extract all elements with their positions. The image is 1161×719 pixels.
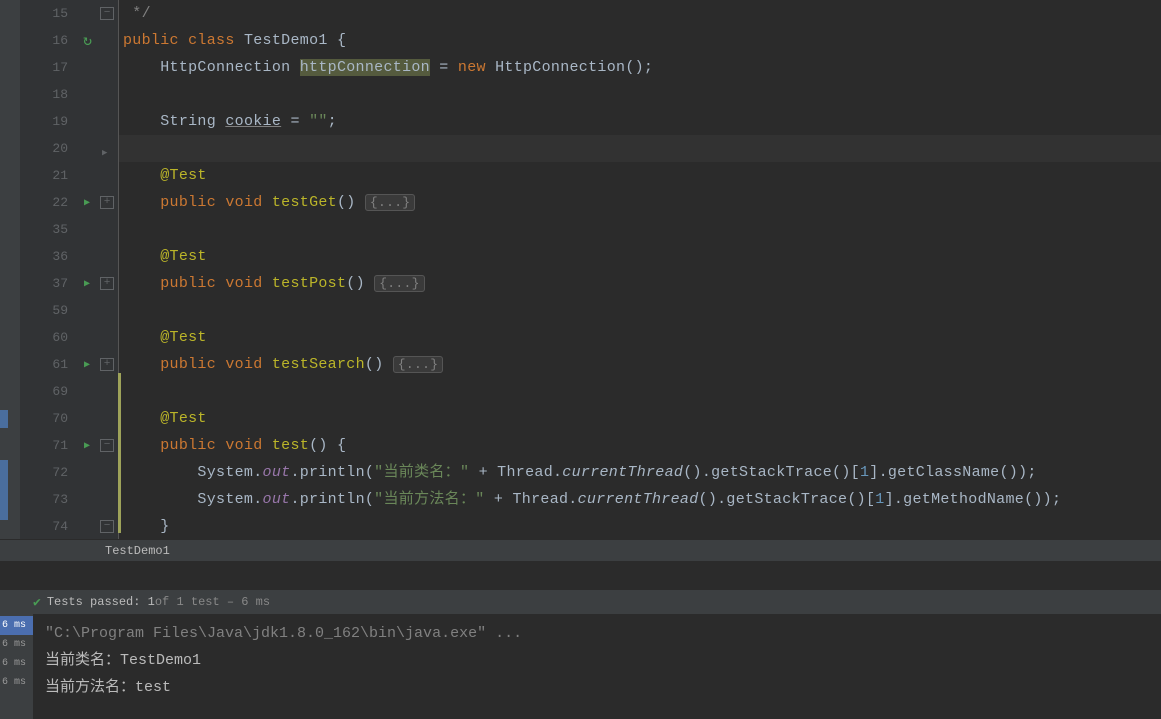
folded-region[interactable]: {...} [374, 275, 425, 292]
test-time[interactable]: 6 ms [0, 616, 33, 635]
tests-passed-label: Tests passed: 1 [47, 595, 155, 609]
breadcrumb-item[interactable]: TestDemo1 [105, 544, 170, 558]
current-line [119, 135, 1161, 162]
line-number: 19 [52, 114, 68, 129]
error-stripe [0, 0, 20, 539]
run-test-icon[interactable]: ▶ [84, 278, 90, 290]
tool-window-divider[interactable] [0, 561, 1161, 589]
success-check-icon: ✔ [33, 595, 41, 610]
recursive-icon[interactable]: ↻ [83, 31, 92, 50]
editor-area: 15 16 ↻ 17 18 19 20 21 22 ▶ 35 36 37 ▶ 59 6… [0, 0, 1161, 539]
code-editor[interactable]: */ public class TestDemo1 { HttpConnecti… [118, 0, 1161, 539]
line-number: 72 [52, 465, 68, 480]
fold-collapse-icon[interactable]: − [100, 7, 114, 20]
line-number: 17 [52, 60, 68, 75]
folded-region[interactable]: {...} [393, 356, 444, 373]
fold-expand-icon[interactable]: + [100, 196, 114, 209]
line-number: 71 [52, 438, 68, 453]
run-test-icon[interactable]: ▶ [84, 197, 90, 209]
line-number: 73 [52, 492, 68, 507]
run-tool-window: 6 ms 6 ms 6 ms 6 ms "C:\Program Files\Ja… [0, 614, 1161, 719]
vcs-change-marker[interactable] [118, 373, 121, 533]
line-number: 69 [52, 384, 68, 399]
test-timing-column[interactable]: 6 ms 6 ms 6 ms 6 ms [0, 614, 33, 719]
test-time[interactable]: 6 ms [0, 654, 33, 673]
line-number: 35 [52, 222, 68, 237]
fold-expand-icon[interactable]: + [100, 358, 114, 371]
folded-region[interactable]: {...} [365, 194, 416, 211]
line-number: 37 [52, 276, 68, 291]
line-number: 70 [52, 411, 68, 426]
fold-expand-icon[interactable]: + [100, 277, 114, 290]
test-time[interactable]: 6 ms [0, 673, 33, 692]
fold-collapse-icon[interactable]: − [100, 439, 114, 452]
line-number: 18 [52, 87, 68, 102]
line-number: 74 [52, 519, 68, 534]
line-number: 22 [52, 195, 68, 210]
console-jvm-line: "C:\Program Files\Java\jdk1.8.0_162\bin\… [45, 620, 1149, 647]
line-number: 36 [52, 249, 68, 264]
line-number: 60 [52, 330, 68, 345]
highlighted-identifier: httpConnection [300, 59, 430, 76]
breadcrumb-bar[interactable]: TestDemo1 [0, 539, 1161, 561]
run-test-icon[interactable]: ▶ [84, 359, 90, 371]
fold-collapse-icon[interactable]: − [100, 520, 114, 533]
console-line: 当前类名：TestDemo1 [45, 647, 1149, 674]
line-number: 61 [52, 357, 68, 372]
line-number: 59 [52, 303, 68, 318]
console-output[interactable]: "C:\Program Files\Java\jdk1.8.0_162\bin\… [33, 614, 1161, 719]
test-status-bar: ✔ Tests passed: 1 of 1 test – 6 ms [0, 589, 1161, 614]
line-number: 21 [52, 168, 68, 183]
fold-gutter[interactable]: − ▶ + + + − − [98, 0, 118, 539]
line-number: 20 [52, 141, 68, 156]
line-number: 16 [52, 33, 68, 48]
line-number-gutter[interactable]: 15 16 ↻ 17 18 19 20 21 22 ▶ 35 36 37 ▶ 59 6… [20, 0, 98, 539]
run-test-icon[interactable]: ▶ [84, 440, 90, 452]
test-time[interactable]: 6 ms [0, 635, 33, 654]
fold-caret-icon[interactable]: ▶ [102, 148, 107, 158]
line-number: 15 [52, 6, 68, 21]
tests-summary: of 1 test – 6 ms [155, 595, 270, 609]
console-line: 当前方法名：test [45, 674, 1149, 701]
